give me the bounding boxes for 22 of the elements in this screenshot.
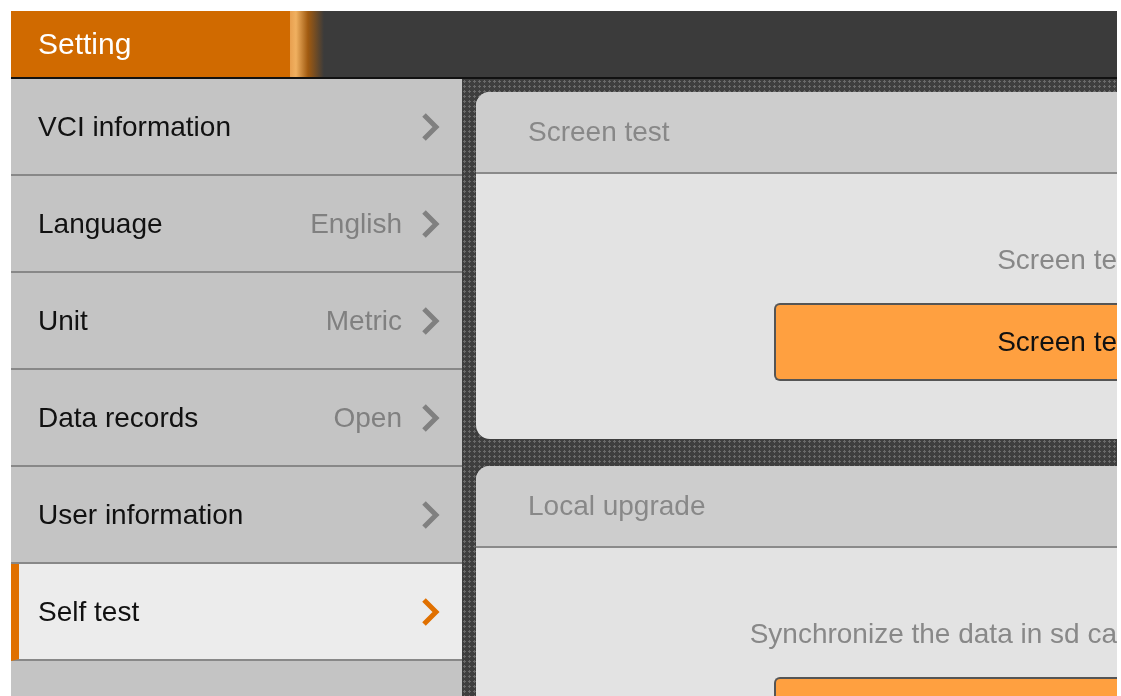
card-title: Local upgrade	[528, 490, 706, 522]
item-value: English	[310, 207, 402, 240]
item-label: VCI information	[38, 110, 232, 143]
item-label: User information	[38, 498, 245, 531]
item-label: Data records	[38, 401, 200, 434]
item-label: Language	[38, 207, 164, 240]
card-title: Screen test	[528, 116, 670, 148]
card-description: Synchronize the data in sd ca	[749, 618, 1117, 650]
sidebar-item[interactable]: Self test	[11, 564, 462, 661]
chevron-right-icon	[420, 596, 440, 627]
item-value: Open	[333, 401, 402, 434]
chevron-right-icon	[420, 305, 440, 336]
chevron-right-icon	[420, 499, 440, 530]
chevron-right-icon	[420, 111, 440, 142]
chevron-right-icon	[420, 208, 440, 239]
item-label: Unit	[38, 304, 89, 337]
card-description: Screen te	[997, 244, 1117, 276]
item-value: Metric	[325, 304, 402, 337]
item-label: Self test	[38, 595, 141, 628]
app-title: Setting	[37, 26, 133, 62]
action-button[interactable]: Screen te	[774, 303, 1117, 381]
chevron-right-icon	[420, 402, 440, 433]
